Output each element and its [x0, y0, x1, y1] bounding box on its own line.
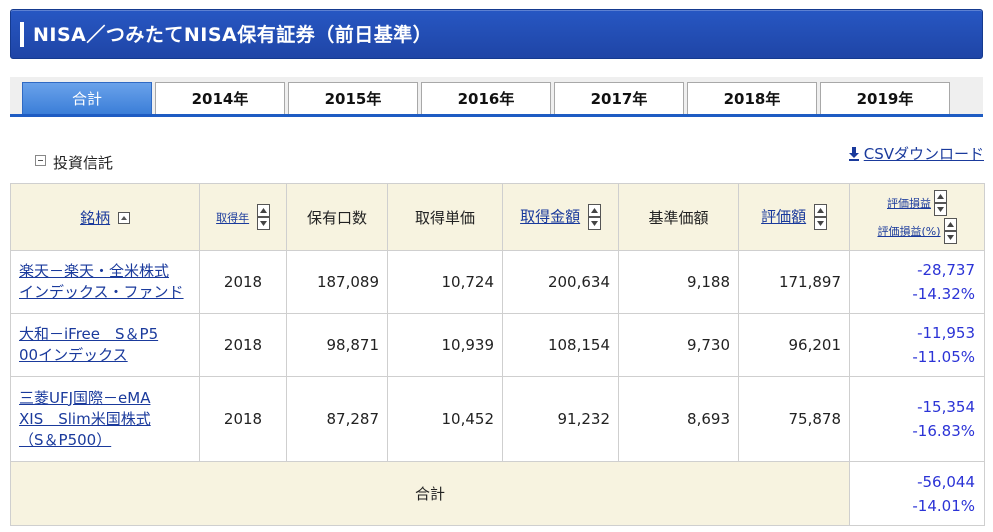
col-year-header: 取得年	[199, 183, 287, 251]
table-row: 三菱UFJ国際－eMA XIS Slim米国株式 （S＆P500） 2018 8…	[10, 376, 985, 462]
fund-name-link[interactable]: 楽天－楽天・全米株式 インデックス・ファンド	[19, 262, 184, 301]
sort-pl-pct-link[interactable]: 評価損益(%)	[877, 223, 940, 239]
title-accent-bar	[20, 22, 24, 47]
pl-value: -28,737	[917, 261, 975, 279]
cost-amount-cell: 91,232	[502, 376, 619, 462]
fund-name-line: 00インデックス	[19, 346, 128, 364]
section-heading: 投資信託	[35, 152, 113, 173]
unit-cost-cell: 10,939	[387, 313, 503, 377]
tab-2019[interactable]: 2019年	[820, 82, 950, 114]
col-units-header: 保有口数	[286, 183, 388, 251]
pl-value: -11,953	[917, 324, 975, 342]
total-pl-value: -56,044	[917, 472, 975, 491]
total-pl-pct-value: -14.01%	[912, 496, 975, 515]
year-cell: 2018	[199, 376, 287, 462]
fund-name-link[interactable]: 三菱UFJ国際－eMA XIS Slim米国株式 （S＆P500）	[19, 389, 151, 449]
sort-updown-icon[interactable]	[587, 204, 601, 230]
sort-pl-link[interactable]: 評価損益	[887, 195, 931, 211]
table-header-row: 銘柄 取得年 保有口数 取得単価 取得金額 基準価額 評価額 評価損益 評価損益…	[10, 183, 985, 251]
fund-name-line: 三菱UFJ国際－eMA	[19, 388, 151, 407]
download-icon	[848, 146, 859, 161]
tab-2017[interactable]: 2017年	[554, 82, 684, 114]
nav-cell: 8,693	[618, 376, 739, 462]
page-title-bar: NISA／つみたてNISA保有証券（前日基準）	[10, 9, 983, 59]
sort-updown-icon[interactable]	[256, 204, 270, 230]
year-cell: 2018	[199, 313, 287, 377]
pl-cell: -15,354 -16.83%	[849, 376, 985, 462]
sort-updown-icon[interactable]	[813, 204, 827, 230]
pl-pct-value: -14.32%	[912, 285, 975, 303]
fund-name-cell: 楽天－楽天・全米株式 インデックス・ファンド	[10, 250, 200, 314]
total-label: 合計	[10, 461, 850, 526]
tab-2015[interactable]: 2015年	[288, 82, 418, 114]
page-title: NISA／つみたてNISA保有証券（前日基準）	[33, 24, 433, 46]
fund-name-line: XIS Slim米国株式	[19, 409, 151, 428]
tab-2016[interactable]: 2016年	[421, 82, 551, 114]
sort-updown-icon[interactable]	[943, 218, 957, 244]
csv-download-link[interactable]: CSVダウンロード	[848, 143, 984, 164]
nav-cell: 9,188	[618, 250, 739, 314]
year-tabs: 合計 2014年 2015年 2016年 2017年 2018年 2019年	[10, 77, 983, 117]
total-pl-cell: -56,044 -14.01%	[849, 461, 985, 526]
fund-name-link[interactable]: 大和－iFree S＆P5 00インデックス	[19, 325, 158, 364]
valuation-cell: 96,201	[738, 313, 850, 377]
holdings-table: 銘柄 取得年 保有口数 取得単価 取得金額 基準価額 評価額 評価損益 評価損益…	[10, 183, 985, 526]
total-row: 合計 -56,044 -14.01%	[10, 461, 985, 526]
tab-total[interactable]: 合計	[22, 82, 152, 114]
sort-year-link[interactable]: 取得年	[216, 212, 249, 225]
pl-cell: -11,953 -11.05%	[849, 313, 985, 377]
fund-name-line: （S＆P500）	[19, 430, 112, 449]
unit-cost-cell: 10,452	[387, 376, 503, 462]
valuation-cell: 75,878	[738, 376, 850, 462]
pl-pct-value: -16.83%	[912, 422, 975, 440]
col-pl-header: 評価損益 評価損益(%)	[849, 183, 985, 251]
nav-cell: 9,730	[618, 313, 739, 377]
fund-name-cell: 大和－iFree S＆P5 00インデックス	[10, 313, 200, 377]
sort-up-icon[interactable]	[117, 212, 130, 224]
sort-name-link[interactable]: 銘柄	[80, 209, 110, 227]
sort-updown-icon[interactable]	[934, 190, 947, 216]
fund-name-line: 大和－iFree S＆P5	[19, 325, 159, 343]
table-row: 楽天－楽天・全米株式 インデックス・ファンド 2018 187,089 10,7…	[10, 250, 985, 314]
section-label: 投資信託	[53, 154, 114, 172]
col-unit-cost-header: 取得単価	[387, 183, 503, 251]
valuation-cell: 171,897	[738, 250, 850, 314]
units-cell: 87,287	[286, 376, 388, 462]
collapse-icon[interactable]	[35, 155, 46, 166]
cost-amount-cell: 200,634	[502, 250, 619, 314]
units-cell: 98,871	[286, 313, 388, 377]
col-nav-header: 基準価額	[618, 183, 739, 251]
unit-cost-cell: 10,724	[387, 250, 503, 314]
col-valuation-header: 評価額	[738, 183, 850, 251]
fund-name-line: 楽天－楽天・全米株式	[19, 262, 170, 280]
pl-cell: -28,737 -14.32%	[849, 250, 985, 314]
sort-valuation-link[interactable]: 評価額	[761, 208, 806, 226]
sort-cost-amount-link[interactable]: 取得金額	[520, 208, 580, 226]
tab-2014[interactable]: 2014年	[155, 82, 285, 114]
pl-pct-value: -11.05%	[912, 348, 975, 366]
cost-amount-cell: 108,154	[502, 313, 619, 377]
col-cost-amount-header: 取得金額	[502, 183, 619, 251]
csv-download-label: CSVダウンロード	[863, 145, 984, 163]
fund-name-cell: 三菱UFJ国際－eMA XIS Slim米国株式 （S＆P500）	[10, 376, 200, 462]
units-cell: 187,089	[286, 250, 388, 314]
col-name-header: 銘柄	[10, 183, 200, 251]
pl-value: -15,354	[917, 398, 975, 416]
fund-name-line: インデックス・ファンド	[19, 283, 184, 301]
year-cell: 2018	[199, 250, 287, 314]
tab-2018[interactable]: 2018年	[687, 82, 817, 114]
table-row: 大和－iFree S＆P5 00インデックス 2018 98,871 10,93…	[10, 313, 985, 377]
